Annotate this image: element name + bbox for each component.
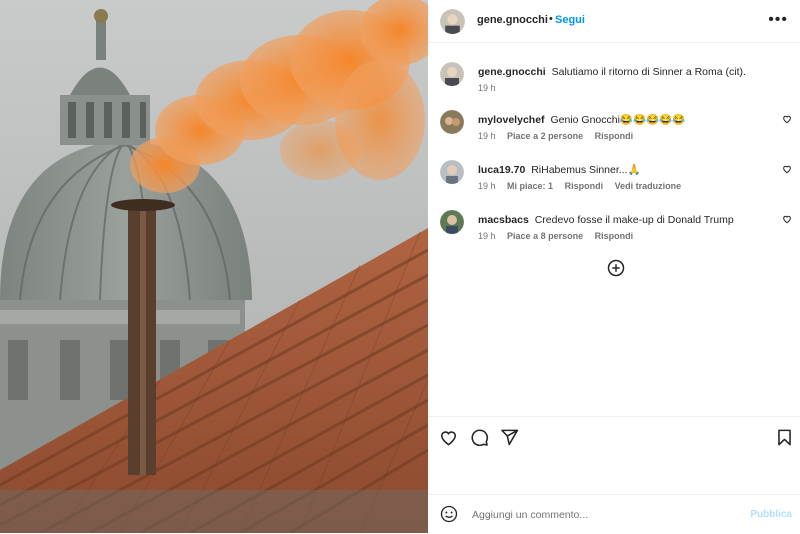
comment-text: mylovelychef Genio Gnocchi😂😂😂😂😂: [478, 113, 768, 127]
comment-text: macsbacs Credevo fosse il make-up di Don…: [478, 213, 768, 227]
post-panel: gene.gnocchi • Segui ••• gene.gnocchi Sa…: [428, 0, 800, 533]
publish-button[interactable]: Pubblica: [750, 509, 792, 520]
comment-icon[interactable]: [470, 428, 489, 447]
author-username[interactable]: gene.gnocchi: [477, 14, 548, 26]
reply-button[interactable]: Rispondi: [595, 231, 634, 241]
comment-input[interactable]: [470, 504, 744, 526]
caption-text: gene.gnocchi Salutiamo il ritorno di Sin…: [478, 65, 768, 79]
comment-meta: 19 h Piace a 8 persone Rispondi: [478, 231, 642, 241]
comment-avatar[interactable]: [440, 160, 464, 184]
comment-username[interactable]: luca19.70: [478, 164, 525, 176]
caption-meta: 19 h: [478, 83, 505, 93]
comment-time[interactable]: 19 h: [478, 131, 496, 141]
more-options-icon[interactable]: •••: [768, 11, 788, 29]
see-translation-button[interactable]: Vedi traduzione: [615, 181, 682, 191]
comment-time[interactable]: 19 h: [478, 231, 496, 241]
caption-time[interactable]: 19 h: [478, 83, 496, 93]
share-icon[interactable]: [500, 428, 519, 447]
post-header: gene.gnocchi • Segui •••: [428, 0, 800, 43]
comment-avatar[interactable]: [440, 110, 464, 134]
heart-icon[interactable]: [439, 428, 458, 447]
caption-body: Salutiamo il ritorno di Sinner a Roma (c…: [551, 66, 746, 78]
action-bar: [428, 416, 800, 459]
comment-meta: 19 h Mi piace: 1 Rispondi Vedi traduzion…: [478, 181, 690, 191]
post-photo[interactable]: [0, 0, 428, 533]
follow-button[interactable]: Segui: [555, 14, 585, 26]
comment-avatar[interactable]: [440, 210, 464, 234]
comment-username[interactable]: macsbacs: [478, 214, 529, 226]
comment-time[interactable]: 19 h: [478, 181, 496, 191]
caption-avatar[interactable]: [440, 62, 464, 86]
comment-meta: 19 h Piace a 2 persone Rispondi: [478, 131, 642, 141]
comment-body: Genio Gnocchi😂😂😂😂😂: [550, 114, 686, 126]
emoji-icon[interactable]: [440, 505, 458, 523]
heart-icon[interactable]: [782, 164, 792, 174]
bookmark-icon[interactable]: [775, 428, 794, 447]
comment-username[interactable]: mylovelychef: [478, 114, 545, 126]
heart-icon[interactable]: [782, 214, 792, 224]
separator-dot: •: [549, 13, 553, 25]
comment-text: luca19.70 RiHabemus Sinner...🙏: [478, 163, 768, 177]
heart-icon[interactable]: [782, 114, 792, 124]
author-avatar[interactable]: [440, 9, 465, 34]
reply-button[interactable]: Rispondi: [565, 181, 604, 191]
plus-circle-icon[interactable]: [607, 259, 625, 277]
comment-likes[interactable]: Mi piace: 1: [507, 181, 553, 191]
caption-username[interactable]: gene.gnocchi: [478, 66, 546, 78]
comment-likes[interactable]: Piace a 2 persone: [507, 131, 583, 141]
comment-composer: Pubblica: [428, 494, 800, 534]
reply-button[interactable]: Rispondi: [595, 131, 634, 141]
comment-body: RiHabemus Sinner...🙏: [531, 164, 641, 176]
comment-body: Credevo fosse il make-up di Donald Trump: [534, 214, 734, 226]
comment-likes[interactable]: Piace a 8 persone: [507, 231, 583, 241]
post-image: [0, 0, 428, 533]
